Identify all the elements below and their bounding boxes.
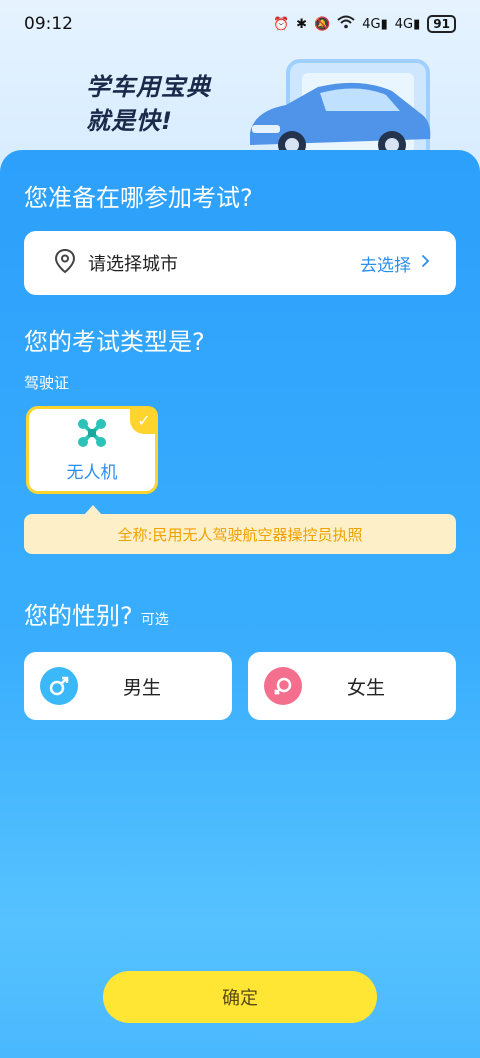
car-illustration (250, 59, 431, 163)
banner-line-1: 学车用宝典 (86, 73, 211, 101)
gender-female-option[interactable]: 女生 (248, 652, 456, 720)
banner-slogan: 学车用宝典 就是快! (86, 70, 211, 138)
choose-city-link[interactable]: 去选择 (360, 251, 430, 276)
battery-icon: 91 (427, 15, 456, 33)
network-label: 4G (362, 16, 381, 32)
status-time: 09:12 (24, 14, 73, 34)
location-pin-icon (54, 248, 76, 278)
gender-male-option[interactable]: 男生 (24, 652, 232, 720)
female-icon (264, 667, 302, 705)
gender-question: 您的性别? 可选 (24, 596, 169, 631)
confirm-button[interactable]: 确定 (103, 971, 377, 1023)
male-label: 男生 (122, 676, 161, 699)
optional-hint: 可选 (140, 612, 169, 628)
gender-question-text: 您的性别? (24, 602, 133, 630)
city-question: 您准备在哪参加考试? (24, 184, 253, 212)
chevron-right-icon (421, 253, 430, 273)
mute-icon: 🔕 (314, 16, 331, 32)
network-label: 4G (394, 16, 414, 32)
choose-city-label: 去选择 (360, 255, 411, 276)
exam-type-question: 您的考试类型是? (24, 328, 205, 356)
status-bar: 09:12 ⏰ ✱ 🔕 4G▮ 4G▮ 91 (0, 0, 480, 48)
female-label: 女生 (346, 676, 385, 699)
exam-option-drone[interactable]: 无人机 ✓ (26, 406, 158, 494)
wifi-icon (337, 15, 355, 33)
selected-check-icon: ✓ (130, 406, 158, 434)
bluetooth-icon: ✱ (296, 16, 308, 32)
status-icons: ⏰ ✱ 🔕 4G▮ 4G▮ 91 (273, 15, 456, 33)
banner-line-2: 就是快! (86, 107, 173, 135)
signal-icon: 4G▮ (394, 16, 421, 32)
license-fullname: 全称:民用无人驾驶航空器操控员执照 (24, 514, 456, 554)
drone-icon (76, 418, 108, 452)
city-placeholder: 请选择城市 (88, 254, 178, 275)
drone-option-label: 无人机 (66, 462, 118, 483)
city-selector[interactable]: 请选择城市 去选择 (24, 231, 456, 295)
male-icon (40, 667, 78, 705)
alarm-icon: ⏰ (272, 16, 290, 32)
signal-icon: 4G▮ (362, 16, 388, 32)
license-category-label: 驾驶证 (24, 374, 70, 392)
